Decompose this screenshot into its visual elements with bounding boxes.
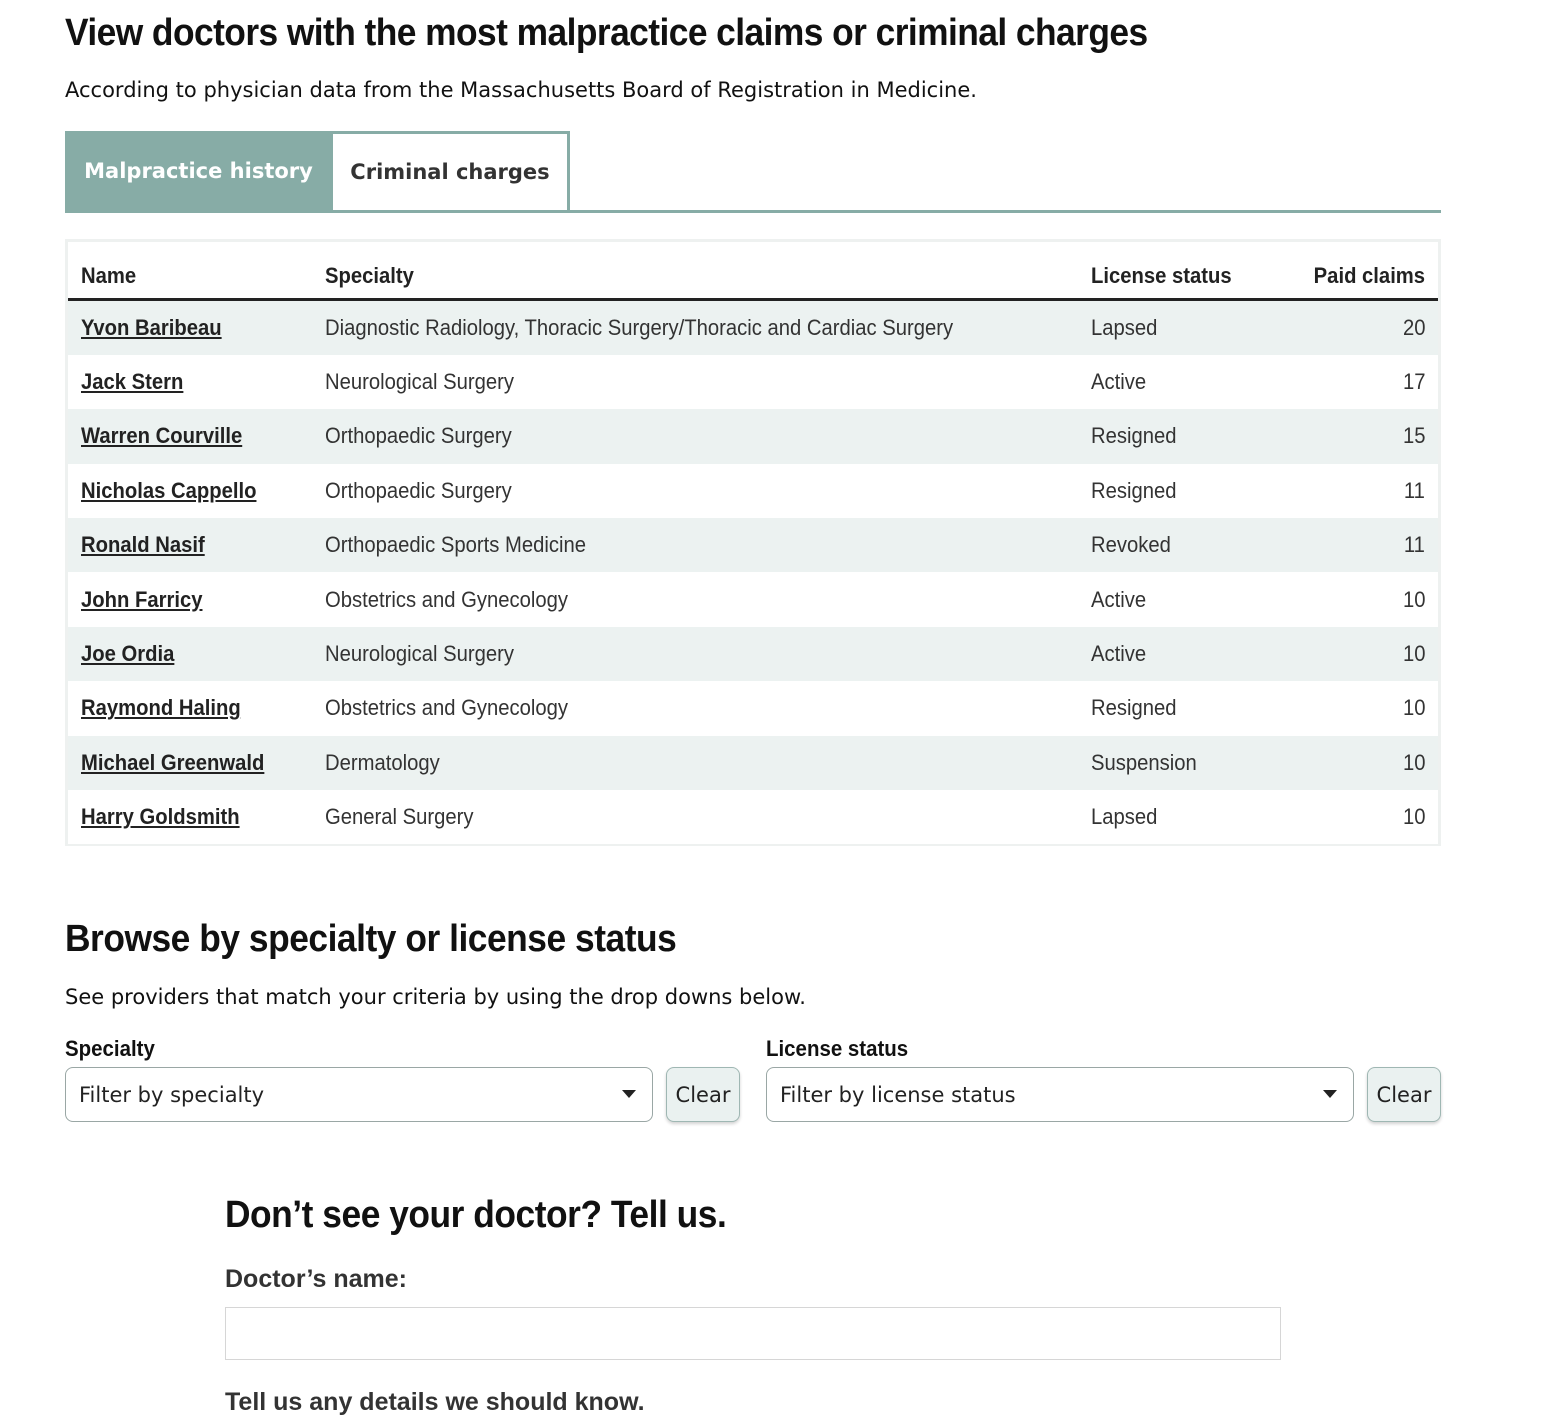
column-header-specialty[interactable]: Specialty (324, 242, 1092, 301)
specialty-cell: Orthopaedic Surgery (324, 477, 512, 503)
license-status-cell: Active (1091, 369, 1147, 395)
table-header-row: Name Specialty License status Paid claim… (68, 242, 1438, 301)
table-row: John Farricy Obstetrics and Gynecology A… (68, 572, 1438, 627)
column-header-name[interactable]: Name (68, 242, 325, 301)
page-title: View doctors with the most malpractice c… (65, 12, 1148, 54)
license-status-cell: Suspension (1091, 749, 1198, 775)
table-row: Ronald Nasif Orthopaedic Sports Medicine… (68, 518, 1438, 573)
doctor-link[interactable]: Harry Goldsmith (81, 804, 240, 830)
paid-claims-cell: 20 (1402, 314, 1425, 340)
tab-criminal-charges[interactable]: Criminal charges (330, 131, 570, 210)
doctor-name-input[interactable] (225, 1307, 1281, 1360)
caret-down-icon (1323, 1090, 1337, 1098)
table-row: Joe Ordia Neurological Surgery Active 10 (68, 626, 1438, 682)
browse-description: See providers that match your criteria b… (65, 985, 806, 1009)
clear-license-status-button[interactable]: Clear (1367, 1067, 1441, 1122)
claims-table-container: Name Specialty License status Paid claim… (65, 239, 1441, 846)
specialty-cell: Obstetrics and Gynecology (324, 695, 568, 721)
table-row: Warren Courville Orthopaedic Surgery Res… (68, 409, 1438, 464)
claims-table: Name Specialty License status Paid claim… (68, 242, 1438, 845)
table-row: Jack Stern Neurological Surgery Active 1… (68, 354, 1438, 410)
specialty-cell: Orthopaedic Sports Medicine (324, 532, 586, 558)
column-header-paid-claims[interactable]: Paid claims (1285, 242, 1438, 301)
table-row: Harry Goldsmith General Surgery Lapsed 1… (68, 790, 1438, 845)
details-label: Tell us any details we should know. (225, 1388, 645, 1416)
doctor-link[interactable]: John Farricy (81, 587, 202, 613)
clear-specialty-button[interactable]: Clear (666, 1067, 740, 1122)
page-subtitle: According to physician data from the Mas… (65, 78, 977, 102)
tab-malpractice-history[interactable]: Malpractice history (65, 131, 332, 210)
doctor-link[interactable]: Yvon Baribeau (81, 315, 222, 341)
paid-claims-cell: 10 (1402, 641, 1425, 667)
specialty-select-value: Filter by specialty (79, 1082, 265, 1107)
license-status-cell: Resigned (1091, 695, 1177, 721)
page: View doctors with the most malpractice c… (0, 0, 1560, 1426)
license-status-select[interactable]: Filter by license status (766, 1067, 1354, 1122)
specialty-select[interactable]: Filter by specialty (65, 1067, 653, 1122)
table-row: Raymond Haling Obstetrics and Gynecology… (68, 681, 1438, 736)
caret-down-icon (622, 1090, 636, 1098)
license-status-cell: Resigned (1091, 477, 1177, 503)
doctor-link[interactable]: Michael Greenwald (81, 750, 264, 776)
doctor-link[interactable]: Raymond Haling (81, 695, 241, 721)
table-row: Yvon Baribeau Diagnostic Radiology, Thor… (68, 299, 1438, 355)
doctor-link[interactable]: Ronald Nasif (81, 532, 205, 558)
license-status-cell: Resigned (1091, 423, 1177, 449)
paid-claims-cell: 10 (1402, 749, 1425, 775)
license-status-cell: Lapsed (1091, 314, 1158, 340)
doctor-link[interactable]: Nicholas Cappello (81, 478, 256, 504)
paid-claims-cell: 10 (1402, 695, 1425, 721)
column-header-license-status[interactable]: License status (1091, 242, 1286, 301)
license-status-cell: Revoked (1091, 532, 1172, 558)
specialty-cell: Dermatology (324, 749, 440, 775)
table-row: Nicholas Cappello Orthopaedic Surgery Re… (68, 463, 1438, 519)
tell-us-title: Don’t see your doctor? Tell us. (225, 1194, 727, 1236)
paid-claims-cell: 11 (1403, 532, 1425, 558)
specialty-cell: Obstetrics and Gynecology (324, 586, 568, 612)
license-status-cell: Lapsed (1091, 804, 1158, 830)
table-row: Michael Greenwald Dermatology Suspension… (68, 735, 1438, 791)
specialty-cell: General Surgery (324, 804, 474, 830)
tab-bar: Malpractice history Criminal charges (65, 131, 1441, 213)
paid-claims-cell: 10 (1402, 804, 1425, 830)
license-status-cell: Active (1091, 641, 1147, 667)
paid-claims-cell: 11 (1403, 477, 1425, 503)
license-status-cell: Active (1091, 586, 1147, 612)
specialty-cell: Neurological Surgery (324, 369, 514, 395)
paid-claims-cell: 17 (1402, 369, 1425, 395)
browse-title: Browse by specialty or license status (65, 918, 677, 960)
license-status-select-value: Filter by license status (780, 1082, 1016, 1107)
license-status-label: License status (766, 1036, 909, 1061)
specialty-cell: Orthopaedic Surgery (324, 423, 512, 449)
doctor-link[interactable]: Warren Courville (81, 423, 242, 449)
paid-claims-cell: 15 (1402, 423, 1425, 449)
specialty-cell: Diagnostic Radiology, Thoracic Surgery/T… (324, 314, 953, 340)
specialty-cell: Neurological Surgery (324, 641, 514, 667)
doctor-link[interactable]: Joe Ordia (81, 641, 174, 667)
specialty-label: Specialty (65, 1036, 155, 1061)
doctor-name-label: Doctor’s name: (225, 1265, 407, 1293)
doctor-link[interactable]: Jack Stern (81, 369, 183, 395)
paid-claims-cell: 10 (1402, 586, 1425, 612)
